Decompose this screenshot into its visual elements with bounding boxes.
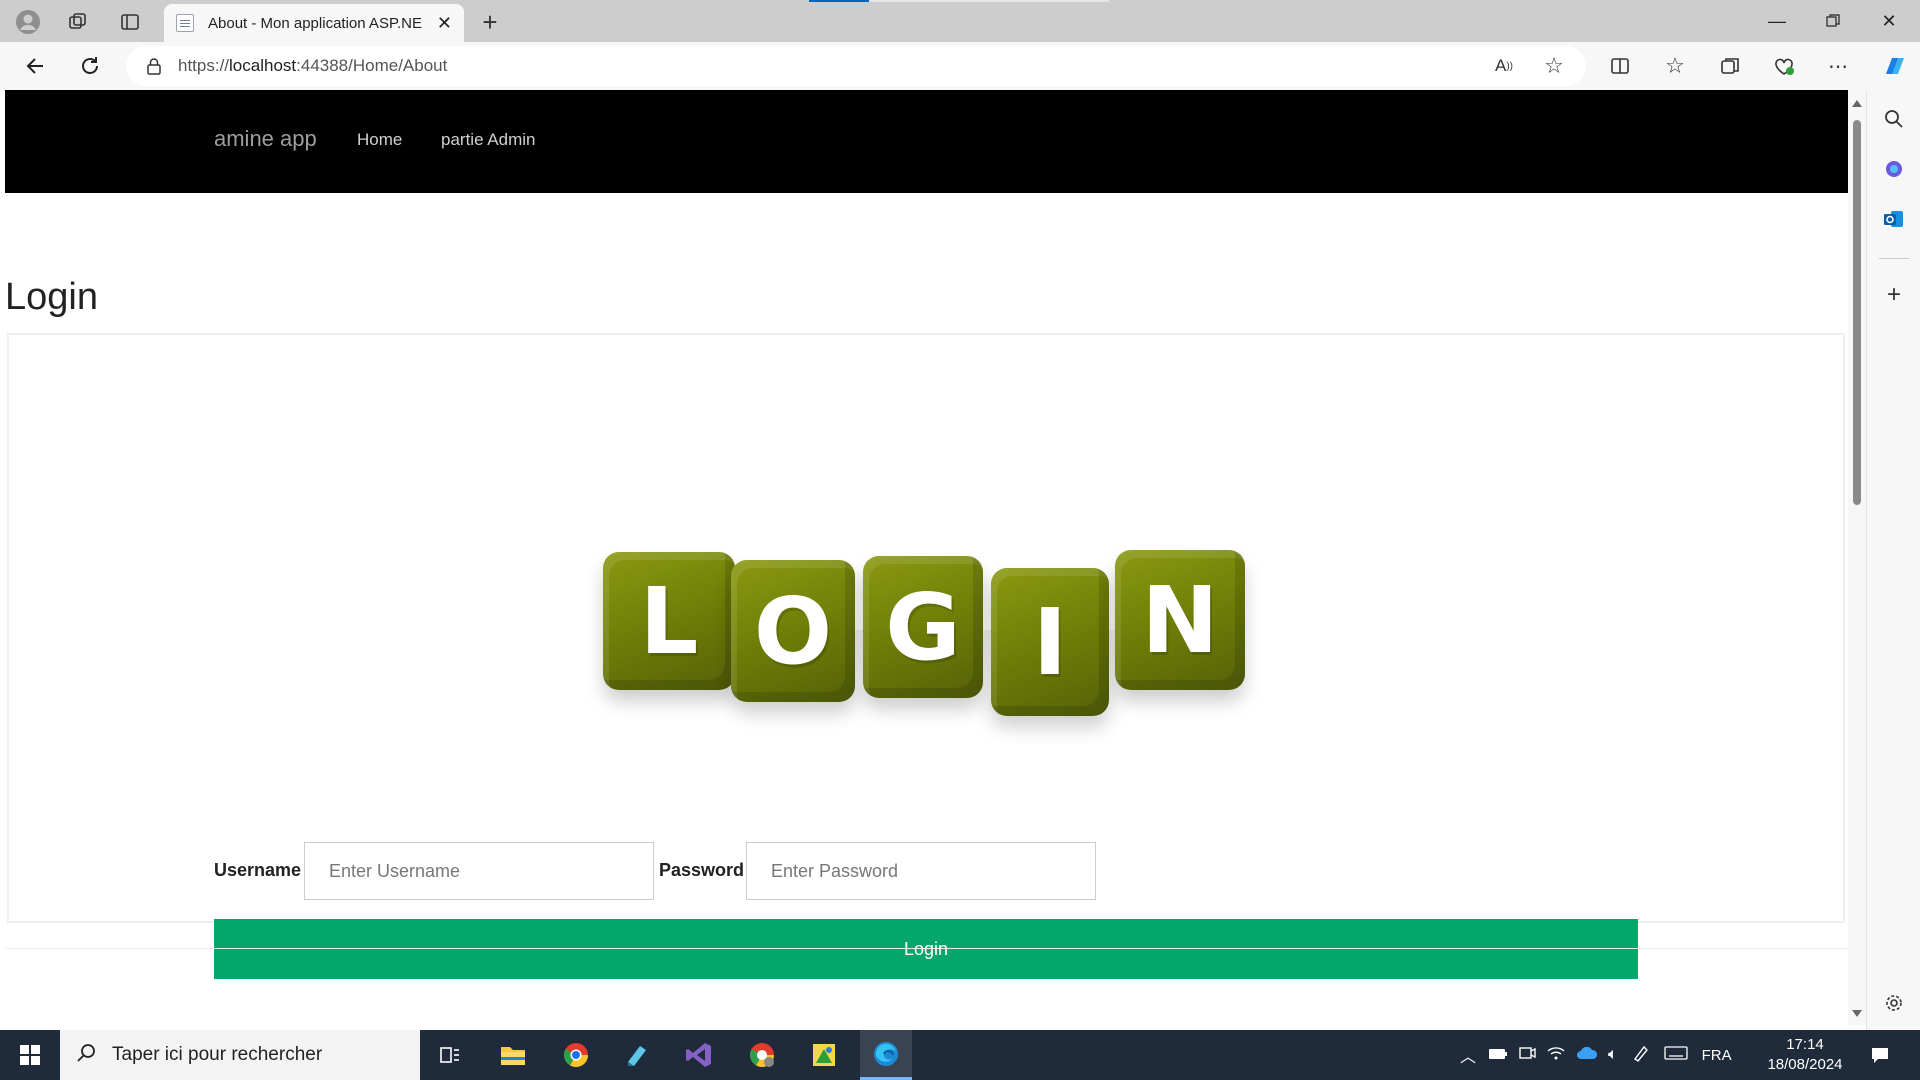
input-language[interactable]: FRA [1702, 1047, 1732, 1064]
page-favicon-icon [176, 14, 194, 32]
logo-cube: L [603, 552, 735, 690]
copilot-sidebar-icon[interactable] [1879, 154, 1909, 184]
edge-sidebar: + [1866, 90, 1920, 1030]
volume-icon[interactable]: 🔈︎ [1608, 1046, 1618, 1064]
page-viewport: amine app Home partie Admin Login L O G … [5, 90, 1848, 1025]
sidebar-settings-icon[interactable] [1879, 988, 1909, 1018]
password-input[interactable] [746, 842, 1096, 900]
site-navbar: amine app Home partie Admin [5, 90, 1848, 193]
file-explorer-icon[interactable] [487, 1030, 539, 1080]
collections-icon[interactable] [1716, 52, 1744, 80]
password-label: Password [659, 860, 745, 880]
onedrive-icon[interactable] [1576, 1046, 1598, 1064]
address-bar[interactable]: https://localhost:44388/Home/About [126, 46, 1586, 86]
system-tray: ︿ 🔈︎ FRA [1460, 1030, 1732, 1080]
nav-link-home[interactable]: Home [357, 130, 402, 150]
camera-icon[interactable] [1518, 1045, 1536, 1065]
lock-icon[interactable] [146, 57, 162, 75]
page-scrollbar[interactable] [1848, 90, 1866, 1025]
edge-browser-icon[interactable] [860, 1030, 912, 1080]
chrome-profile-icon[interactable] [736, 1030, 788, 1080]
browser-essentials-icon[interactable] [1770, 52, 1798, 80]
back-icon[interactable] [20, 50, 52, 82]
clock-time: 17:14 [1786, 1036, 1824, 1053]
browser-tab-bar: About - Mon application ASP.NE ✕ + — ✕ [0, 0, 1920, 42]
taskbar-clock[interactable]: 17:14 18/08/2024 [1760, 1035, 1850, 1075]
username-input[interactable] [304, 842, 654, 900]
minimize-icon[interactable]: — [1750, 0, 1804, 42]
read-aloud-icon[interactable]: A)) [1490, 52, 1518, 80]
tab-title: About - Mon application ASP.NE [208, 14, 423, 32]
login-button[interactable]: Login [214, 919, 1638, 979]
profile-icon[interactable] [12, 8, 44, 36]
logo-cube: O [731, 560, 855, 702]
tab-close-icon[interactable]: ✕ [437, 13, 452, 34]
close-window-icon[interactable]: ✕ [1862, 0, 1916, 42]
url-text[interactable]: https://localhost:44388/Home/About [178, 56, 447, 76]
chrome-icon[interactable] [550, 1030, 602, 1080]
show-hidden-icons-icon[interactable]: ︿ [1460, 1043, 1476, 1067]
clock-date: 18/08/2024 [1767, 1056, 1843, 1073]
reload-icon[interactable] [74, 50, 106, 82]
search-icon [76, 1043, 96, 1068]
login-logo-image: L O G I N [595, 460, 1275, 760]
wifi-icon[interactable] [1546, 1045, 1566, 1065]
windows-start-icon[interactable] [4, 1030, 56, 1080]
scrollbar-thumb[interactable] [1853, 120, 1861, 505]
paint-tool-icon[interactable] [798, 1030, 850, 1080]
tab-actions-icon[interactable] [116, 8, 144, 36]
browser-toolbar: https://localhost:44388/Home/About A)) ☆… [0, 42, 1920, 90]
logo-cube: I [991, 568, 1109, 716]
scroll-up-icon[interactable] [1852, 100, 1862, 107]
keyboard-icon[interactable] [1663, 1045, 1688, 1065]
active-tab[interactable]: About - Mon application ASP.NE ✕ [164, 4, 464, 42]
page-title: Login [5, 276, 98, 318]
outlook-icon[interactable] [1879, 204, 1909, 234]
split-screen-icon[interactable] [1606, 52, 1634, 80]
sidebar-search-icon[interactable] [1879, 104, 1909, 134]
footer-divider [5, 948, 1848, 949]
loading-progress [809, 0, 1109, 2]
brand-link[interactable]: amine app [214, 126, 317, 152]
notifications-icon[interactable] [1854, 1030, 1906, 1080]
username-label: Username [214, 860, 302, 880]
taskbar-search[interactable]: Taper ici pour rechercher [60, 1030, 420, 1080]
more-menu-icon[interactable]: ⋯ [1824, 52, 1852, 80]
task-view-icon[interactable] [424, 1030, 476, 1080]
restore-icon[interactable] [1806, 0, 1860, 42]
notepad-icon[interactable] [611, 1030, 663, 1080]
favorite-star-icon[interactable]: ☆ [1540, 52, 1568, 80]
windows-taskbar: Taper ici pour rechercher ︿ 🔈︎ FRA 17:14… [0, 1030, 1920, 1080]
copilot-icon[interactable] [1878, 50, 1910, 82]
favorites-icon[interactable]: ☆ [1661, 52, 1689, 80]
workspaces-icon[interactable] [64, 8, 92, 36]
add-sidebar-item-icon[interactable]: + [1879, 280, 1909, 310]
battery-icon[interactable] [1488, 1047, 1508, 1064]
pen-icon[interactable] [1632, 1044, 1650, 1066]
visual-studio-icon[interactable] [673, 1030, 725, 1080]
nav-link-partie-admin[interactable]: partie Admin [441, 130, 536, 150]
logo-cube: N [1115, 550, 1245, 690]
logo-cube: G [863, 556, 983, 698]
scroll-down-icon[interactable] [1852, 1010, 1862, 1017]
search-placeholder: Taper ici pour rechercher [112, 1044, 323, 1065]
new-tab-icon[interactable]: + [476, 7, 504, 37]
